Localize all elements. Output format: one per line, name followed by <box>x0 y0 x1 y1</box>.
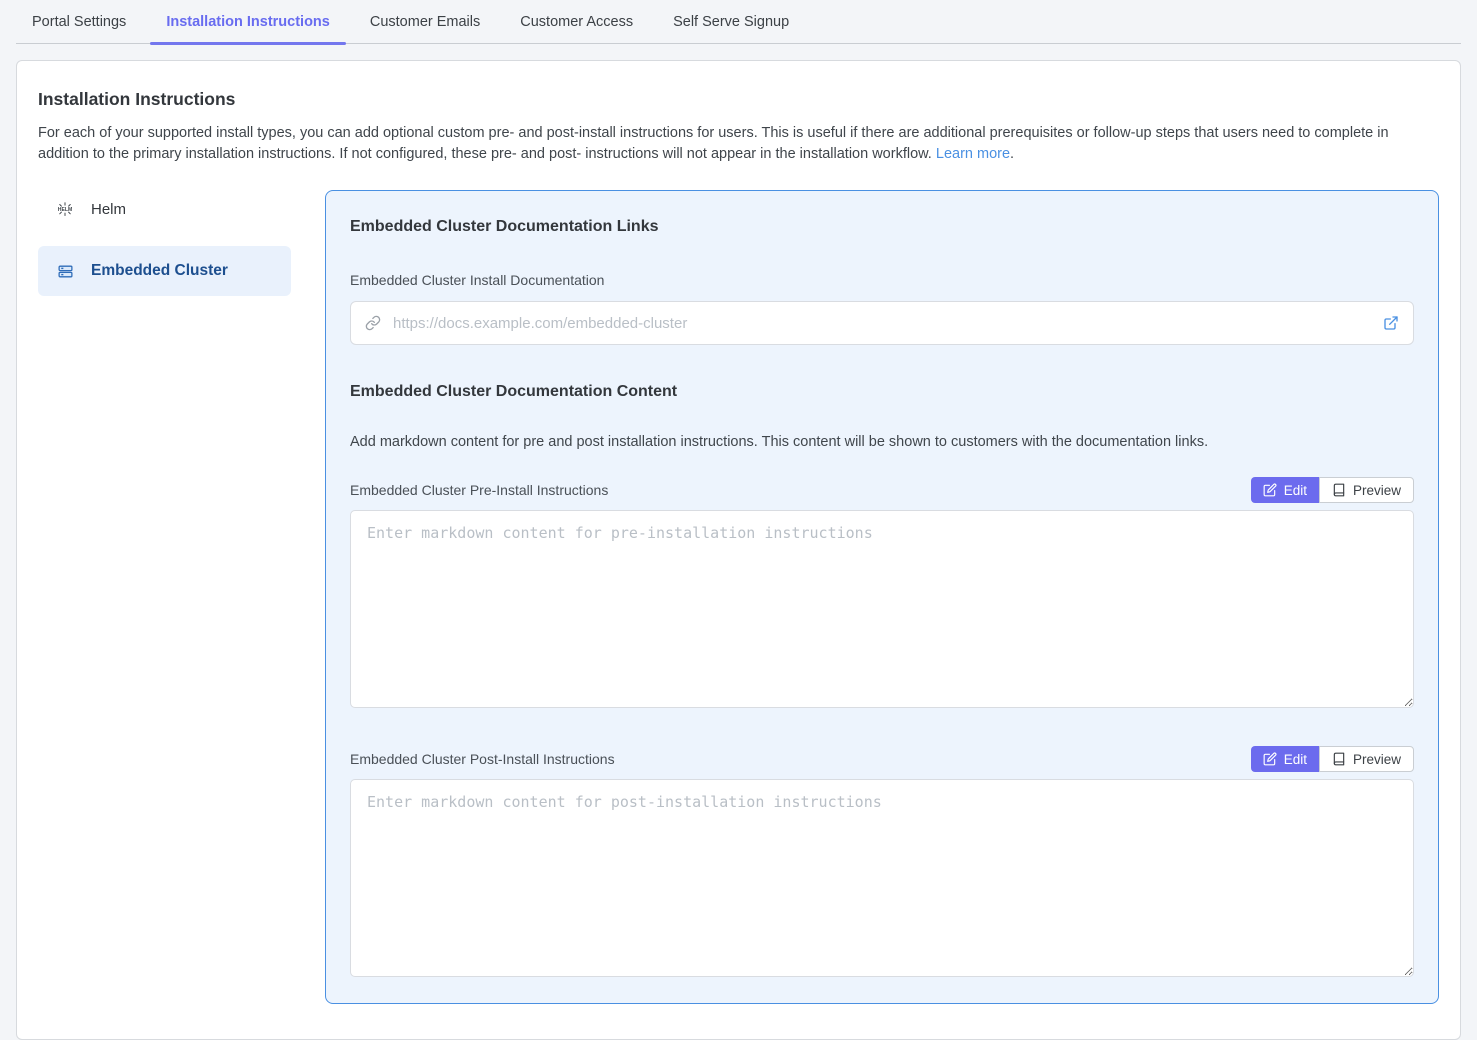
page-description: For each of your supported install types… <box>38 123 1439 164</box>
sidebar-item-embedded-cluster[interactable]: Embedded Cluster <box>38 246 291 296</box>
settings-tabbar: Portal Settings Installation Instruction… <box>16 0 1461 44</box>
documentation-content-description: Add markdown content for pre and post in… <box>350 434 1414 450</box>
page-title: Installation Instructions <box>38 89 1439 110</box>
pre-install-edit-button[interactable]: Edit <box>1251 477 1319 503</box>
sidebar-item-label: Helm <box>91 201 126 218</box>
server-stack-icon <box>56 263 74 280</box>
external-link-icon[interactable] <box>1383 315 1399 331</box>
pre-install-header-row: Embedded Cluster Pre-Install Instruction… <box>350 477 1414 503</box>
learn-more-link[interactable]: Learn more <box>936 146 1010 162</box>
pre-install-markdown-textarea[interactable] <box>350 510 1414 708</box>
edit-icon <box>1263 483 1277 497</box>
post-install-markdown-textarea[interactable] <box>350 779 1414 977</box>
pre-install-preview-button[interactable]: Preview <box>1319 477 1414 503</box>
install-documentation-input-wrap <box>350 301 1414 345</box>
tab-installation-instructions[interactable]: Installation Instructions <box>150 0 346 43</box>
post-install-header-row: Embedded Cluster Post-Install Instructio… <box>350 746 1414 772</box>
tab-customer-emails[interactable]: Customer Emails <box>354 0 496 43</box>
install-documentation-url-input[interactable] <box>391 314 1373 333</box>
edit-icon <box>1263 752 1277 766</box>
tab-self-serve-signup[interactable]: Self Serve Signup <box>657 0 805 43</box>
documentation-content-heading: Embedded Cluster Documentation Content <box>350 383 1414 401</box>
pre-install-mode-toggle: Edit Preview <box>1251 477 1414 503</box>
sidebar-item-helm[interactable]: HELM Helm <box>38 190 291 228</box>
preview-button-label: Preview <box>1353 752 1401 767</box>
page-description-period: . <box>1010 146 1014 162</box>
pre-install-label: Embedded Cluster Pre-Install Instruction… <box>350 482 608 498</box>
tab-portal-settings[interactable]: Portal Settings <box>16 0 142 43</box>
post-install-mode-toggle: Edit Preview <box>1251 746 1414 772</box>
tab-customer-access[interactable]: Customer Access <box>504 0 649 43</box>
edit-button-label: Edit <box>1284 483 1307 498</box>
link-icon <box>365 315 381 331</box>
post-install-preview-button[interactable]: Preview <box>1319 746 1414 772</box>
installation-instructions-card: Installation Instructions For each of yo… <box>16 60 1461 1040</box>
preview-button-label: Preview <box>1353 483 1401 498</box>
book-icon <box>1332 483 1346 497</box>
edit-button-label: Edit <box>1284 752 1307 767</box>
book-icon <box>1332 752 1346 766</box>
post-install-label: Embedded Cluster Post-Install Instructio… <box>350 751 615 767</box>
install-type-nav: HELM Helm Embedded Cluster <box>38 190 291 314</box>
embedded-cluster-panel: Embedded Cluster Documentation Links Emb… <box>325 190 1439 1004</box>
post-install-edit-button[interactable]: Edit <box>1251 746 1319 772</box>
content-row: HELM Helm Embedded Cluster <box>38 190 1439 1004</box>
page-description-text: For each of your supported install types… <box>38 125 1389 162</box>
sidebar-item-label: Embedded Cluster <box>91 262 228 280</box>
svg-text:HELM: HELM <box>58 207 72 213</box>
install-documentation-label: Embedded Cluster Install Documentation <box>350 272 1414 288</box>
helm-icon: HELM <box>56 200 74 218</box>
documentation-links-heading: Embedded Cluster Documentation Links <box>350 218 1414 236</box>
